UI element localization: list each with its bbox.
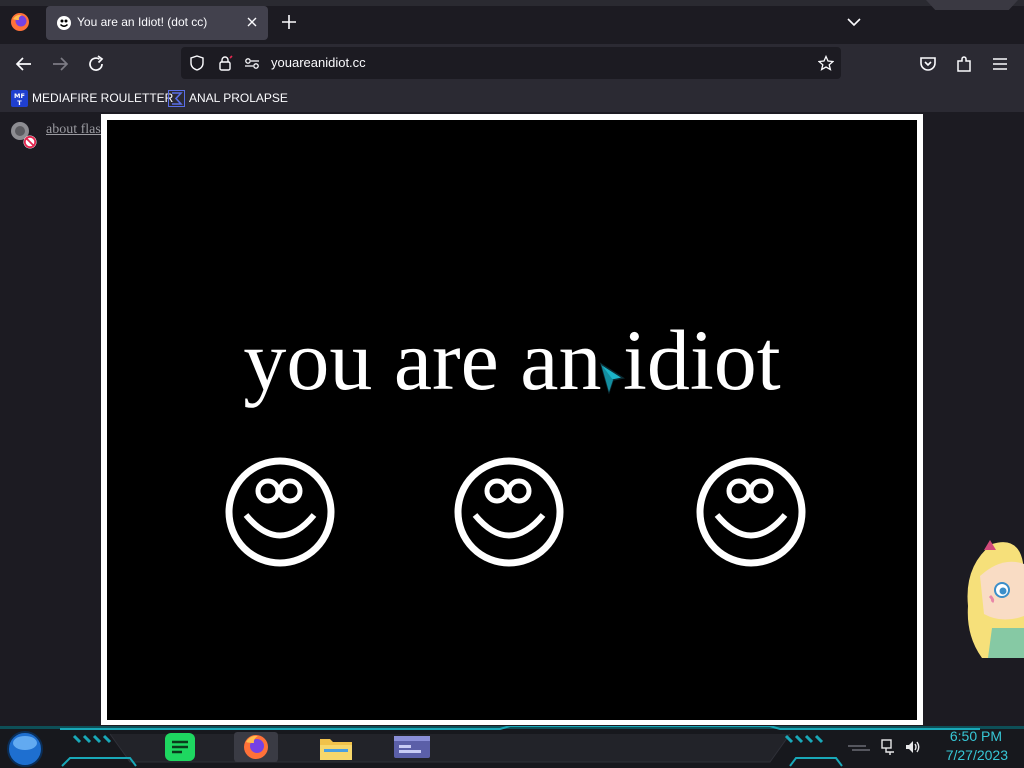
tab-strip: You are an Idiot! (dot cc) (0, 0, 1024, 44)
flash-blocked-icon (11, 122, 37, 149)
smiley-face-icon (225, 457, 335, 567)
firefox-icon[interactable] (234, 732, 278, 762)
flash-stage[interactable]: you are an idiot (107, 120, 917, 720)
extensions-icon[interactable] (954, 54, 974, 74)
chevron-down-icon[interactable] (845, 13, 863, 31)
navigation-toolbar: youareanidiot.cc (0, 44, 1024, 84)
site-permissions-icon[interactable] (244, 55, 260, 71)
tab-title: You are an Idiot! (dot cc) (77, 15, 208, 29)
window-icon[interactable] (390, 732, 434, 762)
pocket-icon[interactable] (918, 54, 938, 74)
spotify-icon[interactable] (160, 732, 204, 762)
lock-icon[interactable] (217, 55, 233, 71)
tab-active[interactable]: You are an Idiot! (dot cc) (46, 6, 268, 40)
reload-icon[interactable] (86, 54, 106, 74)
headline-text: you are an idiot (243, 312, 781, 408)
sigma-icon (168, 89, 185, 107)
network-icon[interactable] (880, 738, 898, 756)
about-flash-link[interactable]: about flash (46, 122, 108, 138)
smiley-face-icon (696, 457, 806, 567)
close-icon[interactable] (244, 14, 260, 30)
cartoon-mascot-image (967, 540, 1024, 658)
back-arrow-icon[interactable] (14, 54, 34, 74)
plus-icon[interactable] (280, 13, 298, 31)
mediafire-icon: MF T (11, 89, 28, 107)
shield-icon[interactable] (189, 55, 205, 71)
clock-time[interactable]: 6:50 PM (950, 728, 1002, 744)
smiley-face-icon (454, 457, 564, 567)
volume-icon[interactable] (904, 738, 922, 756)
start-button-icon[interactable] (6, 730, 44, 768)
bookmarks-toolbar: MF T MEDIAFIRE ROULETTER ANAL PROLAPSE (0, 84, 1024, 112)
page-content: about flash you are an idiot (0, 112, 1024, 726)
url-text: youareanidiot.cc (271, 55, 366, 70)
star-icon[interactable] (818, 55, 834, 71)
address-bar[interactable]: youareanidiot.cc (181, 47, 841, 79)
svg-text:T: T (17, 99, 22, 107)
smiley-favicon-icon (57, 16, 71, 30)
forward-arrow-icon[interactable] (50, 54, 70, 74)
taskbar: 6:50 PM 7/27/2023 (0, 726, 1024, 768)
taskbar-decoration (0, 726, 1024, 767)
file-explorer-icon[interactable] (314, 732, 358, 762)
bookmark-label: MEDIAFIRE ROULETTER (32, 91, 174, 105)
bookmark-second[interactable]: ANAL PROLAPSE (168, 89, 288, 107)
firefox-view-icon[interactable] (10, 12, 30, 32)
flash-embed-frame[interactable]: you are an idiot (101, 114, 923, 725)
bookmark-mediafire[interactable]: MF T MEDIAFIRE ROULETTER (11, 89, 173, 107)
clock-date[interactable]: 7/27/2023 (946, 747, 1008, 763)
window-frame-decoration (926, 0, 1018, 10)
bookmark-label: ANAL PROLAPSE (189, 91, 288, 105)
mouse-cursor-icon (599, 362, 625, 394)
hamburger-menu-icon[interactable] (990, 54, 1010, 74)
